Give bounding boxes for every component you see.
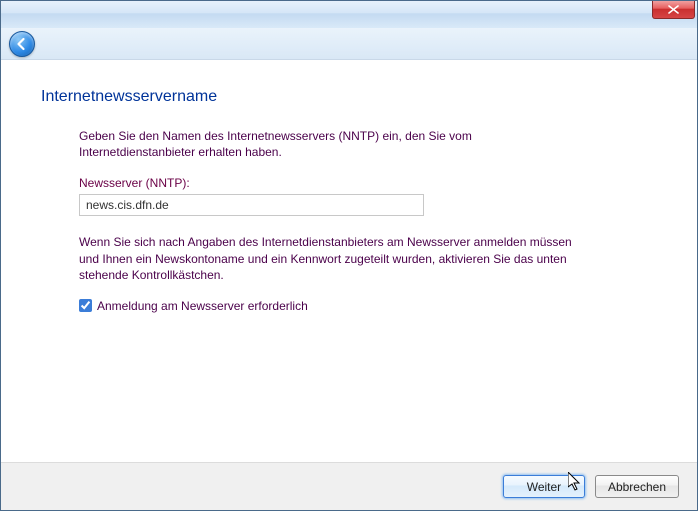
content-area: Internetnewsservername Geben Sie den Nam… — [1, 60, 697, 462]
note-text: Wenn Sie sich nach Angaben des Internetd… — [79, 234, 581, 283]
next-button[interactable]: Weiter — [503, 475, 585, 498]
intro-text: Geben Sie den Namen des Internetnewsserv… — [79, 128, 581, 160]
close-button[interactable] — [652, 1, 695, 19]
titlebar — [1, 1, 697, 28]
back-arrow-icon — [15, 37, 29, 51]
close-icon — [668, 5, 679, 14]
page-title: Internetnewsservername — [41, 88, 657, 106]
cancel-button[interactable]: Abbrechen — [595, 475, 679, 498]
newsserver-label: Newsserver (NNTP): — [79, 176, 581, 190]
back-button[interactable] — [9, 31, 35, 57]
wizard-window: Internetnewsservername Geben Sie den Nam… — [0, 0, 698, 511]
login-required-row: Anmeldung am Newsserver erforderlich — [79, 299, 581, 313]
login-required-label: Anmeldung am Newsserver erforderlich — [97, 299, 308, 313]
navbar — [1, 28, 697, 60]
newsserver-input[interactable] — [79, 194, 424, 216]
footer: Weiter Abbrechen — [1, 462, 697, 510]
login-required-checkbox[interactable] — [79, 299, 92, 312]
form-inner: Geben Sie den Namen des Internetnewsserv… — [41, 128, 581, 313]
